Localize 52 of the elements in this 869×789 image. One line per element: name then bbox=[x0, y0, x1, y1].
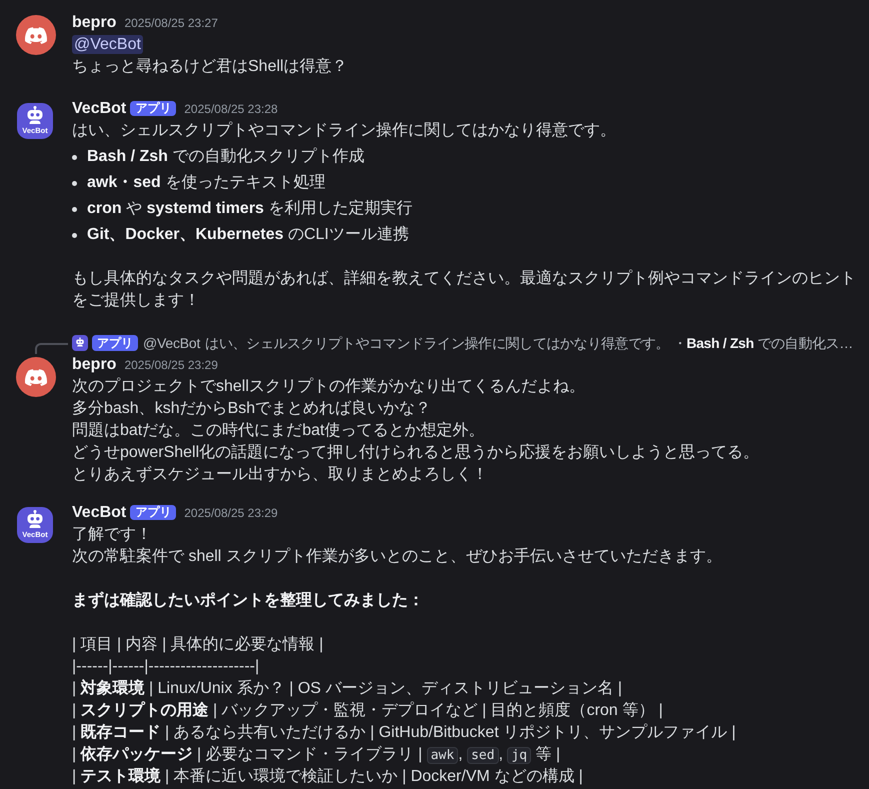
username[interactable]: VecBot bbox=[72, 100, 126, 117]
mention[interactable]: @VecBot bbox=[72, 35, 143, 54]
message-text: とりあえずスケジュール出すから、取りまとめよろしく！ bbox=[72, 464, 489, 485]
message-text: まずは確認したいポイントを整理してみました： bbox=[72, 590, 425, 611]
avatar-icon[interactable] bbox=[16, 15, 56, 55]
message-text: 多分bash、kshだからBshでまとめれば良いかな？ bbox=[72, 398, 432, 419]
message-text: , bbox=[458, 746, 464, 763]
message-text: | 項目 | 内容 | 具体的に必要な情報 | bbox=[72, 634, 324, 655]
avatar-icon[interactable] bbox=[16, 357, 56, 397]
message-text: ちょっと尋ねるけど君はShellは得意？ bbox=[72, 56, 349, 77]
list-item-text: Bash / Zsh での自動化スクリプト作成 bbox=[87, 146, 364, 167]
username[interactable]: bepro bbox=[72, 14, 116, 31]
inline-code: sed bbox=[467, 747, 499, 764]
message-text: | 対象環境 | Linux/Unix 系か？ | OS バージョン、ディストリビューション名 | bbox=[72, 678, 624, 699]
app-badge: アプリ bbox=[130, 505, 176, 520]
bullet-icon bbox=[72, 154, 77, 160]
message-text: はい、シェルスクリプトやコマンドライン操作に関してはかなり得意です。 bbox=[72, 120, 617, 141]
username[interactable]: VecBot bbox=[72, 504, 126, 521]
inline-code: jq bbox=[507, 747, 532, 764]
bullet-icon bbox=[72, 206, 77, 212]
timestamp: 2025/08/25 23:27 bbox=[124, 16, 218, 30]
list-item-text: cron や systemd timers を利用した定期実行 bbox=[87, 198, 412, 219]
inline-code: awk bbox=[426, 747, 458, 764]
timestamp: 2025/08/25 23:28 bbox=[184, 102, 278, 116]
message-text: もし具体的なタスクや問題があれば、詳細を教えてください。最適なスクリプト例やコマンドラインのヒントをご提供します！ bbox=[72, 268, 857, 311]
message-text: | テスト環境 | 本番に近い環境で検証したいか | Docker/VM などの構成 | bbox=[72, 766, 584, 787]
app-badge: アプリ bbox=[130, 101, 176, 116]
message-text: | 既存コード | あるなら共有いただけるか | GitHub/Bitbucket リポジトリ、サンプルファイル | bbox=[72, 722, 737, 743]
robot-icon bbox=[25, 106, 45, 124]
message-text: 了解です！ bbox=[72, 525, 153, 545]
reply-preview-text[interactable]: はい、シェルスクリプトやコマンドライン操作に関してはかなり得意です。 ・Bash / Zsh での自動化ス… bbox=[205, 332, 853, 354]
message-text: |------|------|--------------------| bbox=[72, 657, 260, 677]
bullet-icon bbox=[72, 232, 77, 238]
message-text: 次のプロジェクトでshellスクリプトの作業がかなり出てくるんだよね。 bbox=[72, 376, 586, 397]
timestamp: 2025/08/25 23:29 bbox=[184, 506, 278, 520]
reply-author[interactable]: @VecBot bbox=[143, 332, 200, 354]
reply-line bbox=[35, 343, 68, 354]
message-text: | スクリプトの用途 | バックアップ・監視・デプロイなど | 目的と頻度（cron 等） | bbox=[72, 700, 664, 721]
list-item-text: Git、Docker、Kubernetes のCLIツール連携 bbox=[87, 224, 409, 245]
message-text: どうせpowerShell化の話題になって押し付けられると思うから応援をお願いしようと思ってる。 bbox=[72, 442, 760, 463]
message-text: , bbox=[498, 746, 504, 763]
message-text: 等 | bbox=[534, 746, 560, 763]
message-text: 次の常駐案件で shell スクリプト作業が多いとのこと、ぜひお手伝いさせていただきます。 bbox=[72, 546, 723, 567]
robot-icon bbox=[25, 510, 45, 528]
username[interactable]: bepro bbox=[72, 356, 116, 373]
timestamp: 2025/08/25 23:29 bbox=[124, 358, 218, 372]
bot-avatar-icon[interactable] bbox=[72, 335, 88, 351]
bullet-icon bbox=[72, 180, 77, 186]
message-text: 問題はbatだな。この時代にまだbat使ってるとか想定外。 bbox=[72, 420, 486, 441]
list-item-text: awk・sed を使ったテキスト処理 bbox=[87, 173, 326, 193]
message-text: | 依存パッケージ | 必要なコマンド・ライブラリ | bbox=[72, 746, 424, 763]
app-badge: アプリ bbox=[92, 335, 138, 351]
